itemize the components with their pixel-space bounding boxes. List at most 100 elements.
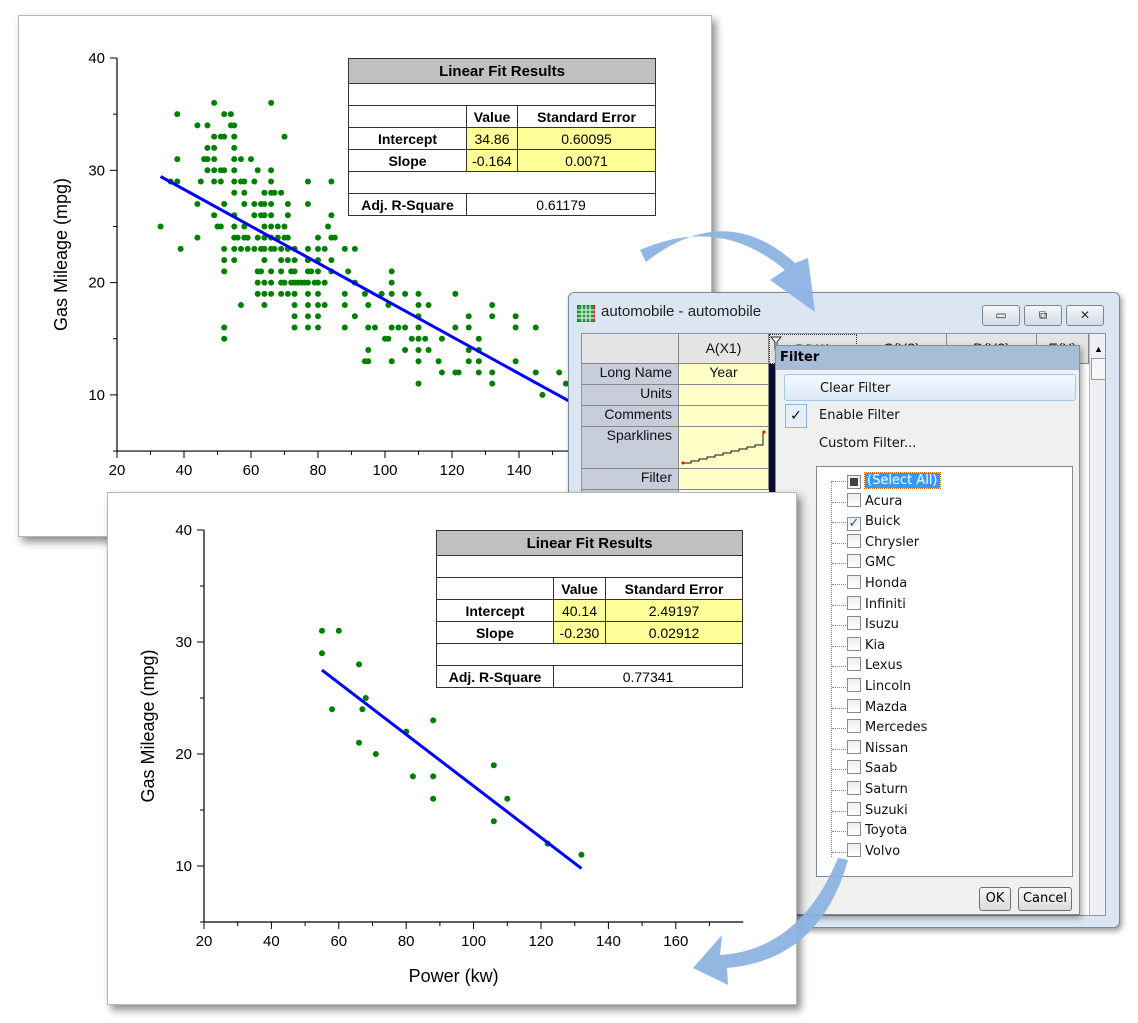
checkbox[interactable] <box>847 698 861 713</box>
filter-item[interactable]: Honda <box>832 574 907 594</box>
filter-item[interactable]: Acura <box>832 492 902 512</box>
y-tick-label: 20 <box>175 746 192 763</box>
filter-item[interactable]: Chrysler <box>832 533 919 553</box>
filter-item[interactable]: Saab <box>832 759 897 779</box>
filter-item[interactable]: Mercedes <box>832 718 928 738</box>
ok-button[interactable]: OK <box>979 887 1011 911</box>
filter-item[interactable]: Mazda <box>832 698 907 718</box>
checkbox[interactable] <box>847 760 861 775</box>
scroll-thumb[interactable] <box>1091 358 1105 380</box>
filter-item[interactable]: GMC <box>832 553 895 573</box>
x-tick-label: 20 <box>196 933 213 950</box>
tree-connector <box>832 810 846 812</box>
data-point <box>359 706 366 713</box>
checkbox[interactable] <box>847 595 861 610</box>
column-header-a[interactable]: A(X1) <box>679 334 769 364</box>
y-axis-title: Gas Mileage (mpg) <box>138 649 158 802</box>
checkbox[interactable]: ✓ <box>847 517 861 532</box>
data-point <box>268 178 275 185</box>
row-label-filter: Filter <box>582 469 679 490</box>
filter-item[interactable]: Nissan <box>832 739 909 759</box>
filter-item[interactable]: Infiniti <box>832 595 906 615</box>
row-label-long-name: Long Name <box>582 364 679 385</box>
fit-results-table: Linear Fit Results Value Standard Error I… <box>347 58 657 216</box>
vertical-scrollbar[interactable]: ▲ <box>1089 334 1105 915</box>
data-point <box>291 268 298 275</box>
close-button[interactable]: ✕ <box>1066 305 1104 326</box>
checkbox[interactable] <box>847 636 861 651</box>
filter-item[interactable]: Saturn <box>832 780 908 800</box>
a-comments-cell[interactable] <box>679 406 769 427</box>
data-point <box>415 346 422 353</box>
checkbox[interactable] <box>847 719 861 734</box>
y-tick-label: 10 <box>88 387 105 404</box>
checkbox[interactable] <box>847 781 861 795</box>
checkbox[interactable] <box>847 801 861 816</box>
checkbox[interactable] <box>847 822 861 837</box>
data-point <box>361 290 368 297</box>
data-point <box>341 290 348 297</box>
cancel-button[interactable]: Cancel <box>1018 887 1072 911</box>
filter-item[interactable]: Volvo <box>832 842 900 862</box>
data-point <box>217 223 224 230</box>
checkbox[interactable] <box>847 492 861 507</box>
checkbox[interactable] <box>847 842 861 857</box>
worksheet-icon <box>577 305 595 322</box>
filter-popup[interactable]: Filter Clear Filter ✓ Enable Filter Cust… <box>775 345 1080 915</box>
a-sparkline-cell[interactable] <box>679 427 769 469</box>
data-point <box>291 290 298 297</box>
filter-item[interactable]: Isuzu <box>832 615 899 635</box>
data-point <box>291 302 298 309</box>
checkbox[interactable] <box>847 678 861 692</box>
data-point <box>365 324 372 331</box>
data-point <box>321 302 328 309</box>
fit-results-table: Linear Fit Results Value Standard Error I… <box>435 530 744 688</box>
filter-item[interactable]: Kia <box>832 636 885 656</box>
tree-connector <box>832 542 846 544</box>
filter-value-list[interactable]: (Select All) Acura ✓ Buick Chrysler GMC Honda I… <box>816 466 1073 877</box>
checkbox[interactable] <box>847 616 861 631</box>
checkbox[interactable] <box>847 575 861 589</box>
checkbox[interactable] <box>847 554 861 569</box>
scroll-up-icon[interactable]: ▲ <box>1090 344 1105 354</box>
filter-item[interactable]: (Select All) <box>832 471 941 491</box>
data-point <box>578 851 585 858</box>
clear-filter-item[interactable]: Clear Filter <box>784 374 1076 401</box>
filter-item[interactable]: ✓ Buick <box>832 512 900 532</box>
x-tick-label: 100 <box>461 933 486 950</box>
filter-item[interactable]: Lexus <box>832 656 903 676</box>
a-filter-cell[interactable] <box>679 469 769 490</box>
data-point <box>315 234 321 241</box>
checkbox[interactable] <box>847 657 861 672</box>
data-point <box>261 223 268 230</box>
table-title: Linear Fit Results <box>435 530 744 556</box>
minimize-button[interactable]: ▭ <box>982 305 1020 326</box>
data-point <box>268 223 275 230</box>
checkbox[interactable] <box>847 475 861 489</box>
x-tick-label: 40 <box>263 933 280 950</box>
filter-item-label: Nissan <box>865 740 909 756</box>
checkbox[interactable] <box>847 533 861 548</box>
corner-cell[interactable] <box>582 334 679 364</box>
filter-item[interactable]: Lincoln <box>832 677 911 697</box>
data-point <box>430 773 437 780</box>
data-point <box>204 156 211 163</box>
data-point <box>231 133 238 140</box>
filter-item-label: Mercedes <box>865 720 928 736</box>
a-long-name-cell[interactable]: Year <box>679 364 769 385</box>
filter-item[interactable]: Toyota <box>832 821 907 841</box>
data-point <box>274 223 281 230</box>
custom-filter-item[interactable]: Custom Filter... <box>784 430 1076 457</box>
data-point <box>281 133 288 140</box>
data-point <box>415 324 422 331</box>
filter-item[interactable]: Suzuki <box>832 801 908 821</box>
restore-button[interactable]: ⧉ <box>1024 305 1062 326</box>
checkbox[interactable] <box>847 739 861 754</box>
data-point <box>261 189 268 196</box>
data-point <box>194 234 201 241</box>
enable-filter-item[interactable]: Enable Filter <box>784 402 1076 429</box>
a-units-cell[interactable] <box>679 385 769 406</box>
data-point <box>489 380 496 387</box>
data-point <box>221 167 228 174</box>
filter-item-label: (Select All) <box>864 472 941 489</box>
